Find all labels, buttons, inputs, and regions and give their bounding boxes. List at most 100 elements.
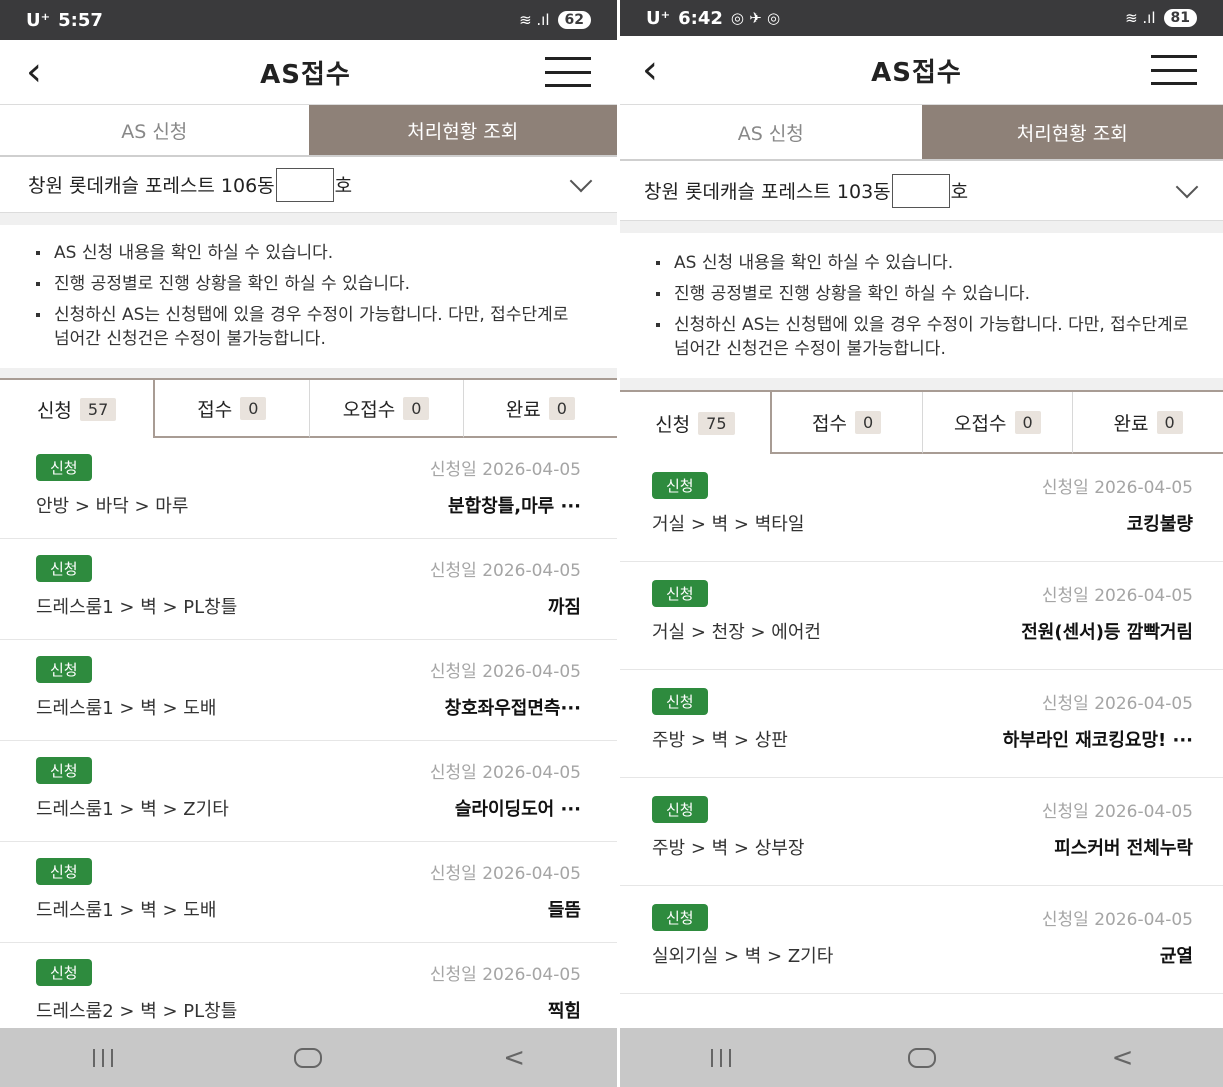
request-item[interactable]: 신청 신청일 2026-04-05 실외기실 > 벽 > Z기타 균열 — [620, 886, 1223, 994]
request-description: 분합창틀,마루 ··· — [448, 496, 581, 517]
section-divider — [0, 213, 617, 225]
clock-time: 6:42 — [678, 7, 723, 29]
request-description: 까짐 — [547, 597, 581, 618]
status-bar: U⁺ 5:57 ≋ .ıl 62 — [0, 0, 617, 40]
status-tab-misreceived[interactable]: 오접수 0 — [921, 392, 1073, 454]
request-description: 코킹불량 — [1126, 514, 1193, 535]
system-back-icon[interactable]: < — [484, 1043, 544, 1073]
request-description: 찍힘 — [547, 1001, 581, 1022]
status-badge: 신청 — [652, 687, 708, 715]
complex-selector[interactable]: 창원 롯데캐슬 포레스트 103동 호 — [620, 161, 1223, 221]
system-nav-bar: < — [0, 1028, 617, 1087]
request-date: 신청일 2026-04-05 — [1041, 693, 1193, 714]
request-location: 거실 > 벽 > 벽타일 — [652, 514, 805, 535]
recent-apps-icon[interactable] — [691, 1048, 751, 1067]
section-divider — [0, 368, 617, 378]
status-tab-requested[interactable]: 신청 75 — [620, 392, 772, 454]
status-tab-label: 완료 — [1113, 412, 1149, 435]
chevron-down-icon[interactable] — [569, 169, 593, 192]
request-location: 드레스룸2 > 벽 > PL창틀 — [36, 1001, 238, 1022]
status-tab-label: 오접수 — [954, 412, 1007, 435]
unit-suffix: 호 — [950, 181, 969, 203]
notice-item: 신청하신 AS는 신청탭에 있을 경우 수정이 가능합니다. 다만, 접수단계로… — [34, 303, 587, 351]
request-item[interactable]: 신청 신청일 2026-04-05 드레스룸1 > 벽 > Z기타 슬라이딩도어 ·… — [0, 741, 617, 842]
request-date: 신청일 2026-04-05 — [429, 863, 581, 884]
status-tab-received[interactable]: 접수 0 — [771, 392, 922, 454]
carrier-label: U⁺ — [646, 7, 671, 29]
section-divider — [620, 378, 1223, 390]
notice-item: 진행 공정별로 진행 상황을 확인 하실 수 있습니다. — [654, 282, 1193, 306]
request-item[interactable]: 신청 신청일 2026-04-05 안방 > 바닥 > 마루 분합창틀,마루 ··· — [0, 438, 617, 539]
request-list: 신청 신청일 2026-04-05 안방 > 바닥 > 마루 분합창틀,마루 ···… — [0, 438, 617, 1044]
status-tab-misreceived[interactable]: 오접수 0 — [308, 380, 463, 438]
tab-status-inquiry[interactable]: 처리현황 조회 — [308, 105, 617, 155]
back-arrow-icon[interactable]: ‹ — [642, 50, 682, 90]
status-tab-label: 신청 — [36, 399, 72, 422]
unit-suffix: 호 — [334, 175, 353, 197]
tab-as-request[interactable]: AS 신청 — [0, 105, 309, 155]
status-tab-requested[interactable]: 신청 57 — [0, 380, 156, 438]
request-item[interactable]: 신청 신청일 2026-04-05 거실 > 벽 > 벽타일 코킹불량 — [620, 454, 1223, 562]
count-badge: 0 — [240, 396, 267, 420]
request-location: 드레스룸1 > 벽 > PL창틀 — [36, 597, 238, 618]
status-tabs: 신청 57 접수 0 오접수 0 완료 0 — [0, 378, 617, 438]
request-date: 신청일 2026-04-05 — [1041, 477, 1193, 498]
status-badge: 신청 — [652, 795, 708, 823]
signal-icon: ≋ .ıl — [1125, 9, 1156, 27]
page-title: AS접수 — [871, 57, 962, 88]
hamburger-menu-icon[interactable] — [544, 57, 591, 87]
tab-as-request[interactable]: AS 신청 — [620, 105, 922, 159]
status-badge: 신청 — [652, 579, 708, 607]
recent-apps-icon[interactable] — [73, 1048, 133, 1067]
main-tabs: AS 신청 처리현황 조회 — [620, 105, 1223, 161]
back-arrow-icon[interactable]: ‹ — [26, 52, 66, 92]
battery-level: 81 — [1163, 9, 1197, 27]
status-badge: 신청 — [36, 756, 92, 784]
home-icon[interactable] — [907, 1047, 936, 1068]
tab-status-inquiry[interactable]: 처리현황 조회 — [921, 105, 1223, 159]
chevron-down-icon[interactable] — [1175, 175, 1199, 198]
complex-selector[interactable]: 창원 롯데캐슬 포레스트 106동 호 — [0, 157, 617, 213]
count-badge: 75 — [698, 411, 735, 435]
notice-item: AS 신청 내용을 확인 하실 수 있습니다. — [34, 241, 587, 265]
request-item[interactable]: 신청 신청일 2026-04-05 드레스룸1 > 벽 > PL창틀 까짐 — [0, 539, 617, 640]
request-item[interactable]: 신청 신청일 2026-04-05 주방 > 벽 > 상판 하부라인 재코킹요망! … — [620, 670, 1223, 778]
app-header: ‹ AS접수 — [0, 40, 617, 105]
complex-name: 창원 롯데캐슬 포레스트 106동 — [28, 175, 275, 197]
request-date: 신청일 2026-04-05 — [1041, 801, 1193, 822]
system-back-icon[interactable]: < — [1093, 1043, 1153, 1073]
status-tab-label: 신청 — [655, 413, 691, 436]
status-tab-label: 접수 — [812, 412, 848, 435]
request-location: 주방 > 벽 > 상부장 — [652, 838, 805, 859]
request-date: 신청일 2026-04-05 — [429, 964, 581, 985]
status-badge: 신청 — [36, 857, 92, 885]
request-item[interactable]: 신청 신청일 2026-04-05 드레스룸1 > 벽 > 도배 들뜸 — [0, 842, 617, 943]
status-badge: 신청 — [36, 958, 92, 986]
request-item[interactable]: 신청 신청일 2026-04-05 드레스룸1 > 벽 > 도배 창호좌우접면측··… — [0, 640, 617, 741]
request-location: 드레스룸1 > 벽 > Z기타 — [36, 799, 229, 820]
request-item[interactable]: 신청 신청일 2026-04-05 주방 > 벽 > 상부장 피스커버 전체누락 — [620, 778, 1223, 886]
count-badge: 57 — [79, 397, 117, 421]
request-location: 거실 > 천장 > 에어컨 — [652, 622, 821, 643]
count-badge: 0 — [548, 396, 575, 420]
request-item[interactable]: 신청 신청일 2026-04-05 거실 > 천장 > 에어컨 전원(센서)등 깜빡… — [620, 562, 1223, 670]
battery-level: 62 — [557, 11, 591, 29]
request-date: 신청일 2026-04-05 — [429, 661, 581, 682]
request-location: 드레스룸1 > 벽 > 도배 — [36, 698, 217, 719]
notice-item: 신청하신 AS는 신청탭에 있을 경우 수정이 가능합니다. 다만, 접수단계로… — [654, 313, 1193, 361]
notice-list: AS 신청 내용을 확인 하실 수 있습니다. 진행 공정별로 진행 상황을 확… — [0, 225, 617, 368]
status-tab-completed[interactable]: 완료 0 — [1072, 392, 1223, 454]
request-description: 들뜸 — [547, 900, 581, 921]
home-icon[interactable] — [294, 1047, 323, 1068]
request-description: 균열 — [1159, 946, 1193, 967]
request-location: 실외기실 > 벽 > Z기타 — [652, 946, 834, 967]
complex-name: 창원 롯데캐슬 포레스트 103동 — [644, 181, 891, 203]
status-tab-completed[interactable]: 완료 0 — [462, 380, 617, 438]
hamburger-menu-icon[interactable] — [1150, 55, 1197, 85]
request-date: 신청일 2026-04-05 — [429, 762, 581, 783]
request-description: 창호좌우접면측··· — [444, 698, 581, 719]
status-badge: 신청 — [36, 655, 92, 683]
status-tab-received[interactable]: 접수 0 — [155, 380, 309, 438]
request-location: 주방 > 벽 > 상판 — [652, 730, 788, 751]
request-date: 신청일 2026-04-05 — [429, 560, 581, 581]
